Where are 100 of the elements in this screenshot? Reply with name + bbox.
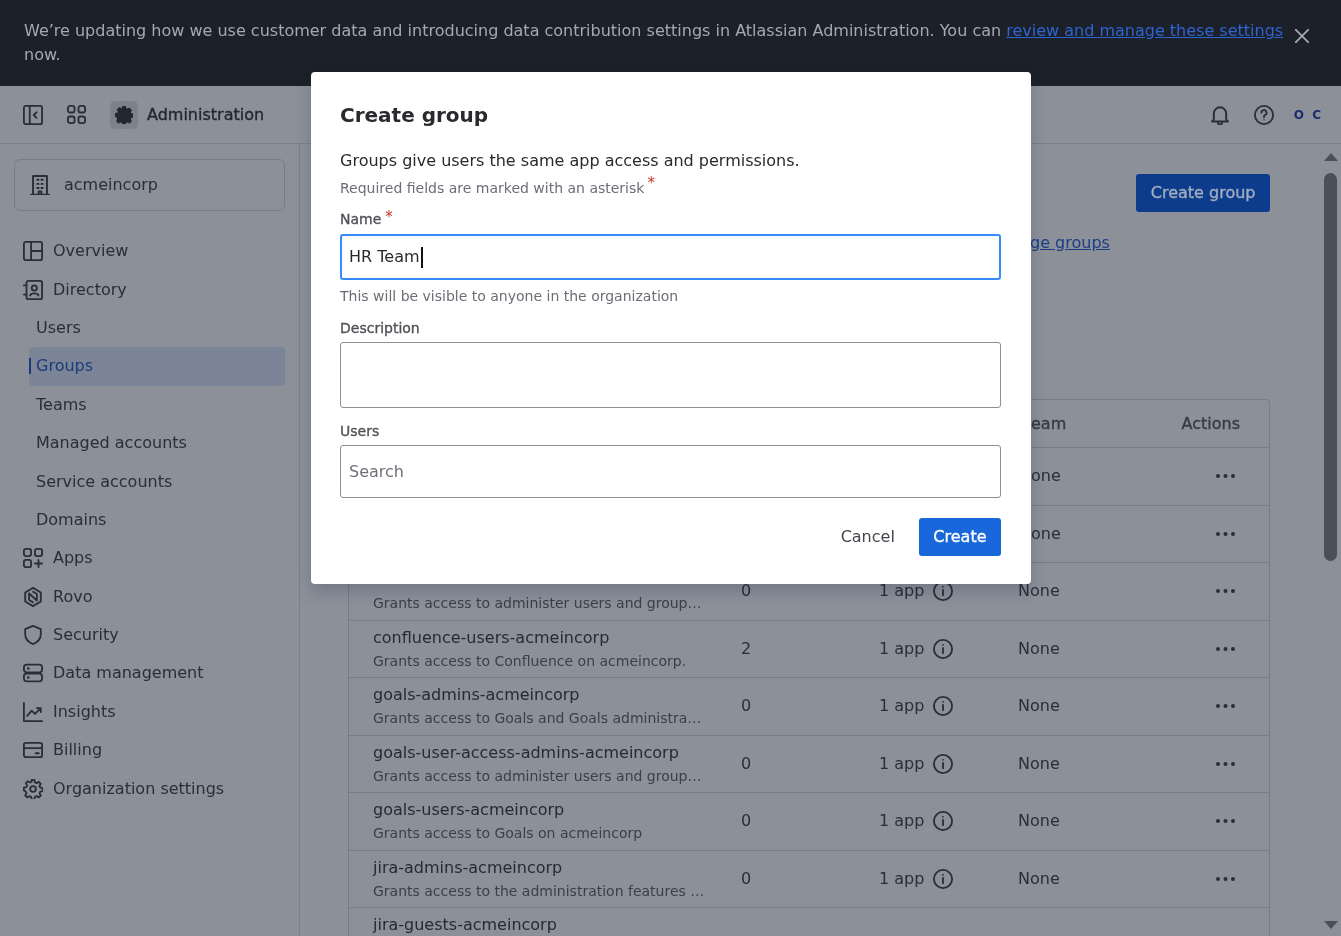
sidebar-subitem[interactable]: Groups xyxy=(29,347,285,386)
sidebar-subitem[interactable]: Teams xyxy=(29,385,285,424)
more-icon xyxy=(1215,646,1235,651)
field-label: Users xyxy=(340,423,380,439)
more-icon xyxy=(1215,704,1235,709)
scroll-up-icon xyxy=(1323,153,1338,161)
contact-card-icon xyxy=(23,279,43,300)
cancel-button[interactable]: Cancel xyxy=(828,518,907,556)
sidebar-subitem[interactable]: Service accounts xyxy=(29,462,285,501)
hexagon-icon xyxy=(23,586,43,607)
group-name[interactable]: goals-users-acmeincorp xyxy=(373,799,565,822)
app-access: 1 app xyxy=(879,637,925,660)
sidebar-item[interactable]: Data management xyxy=(14,654,285,693)
app-access: 1 app xyxy=(879,867,925,890)
gear-icon xyxy=(23,778,43,799)
info-icon xyxy=(933,811,954,832)
gear-icon xyxy=(110,100,138,129)
member-count: 0 xyxy=(741,580,752,603)
submit-button[interactable]: Create xyxy=(918,518,1001,556)
sidebar-subitem[interactable]: Users xyxy=(29,308,285,348)
group-name[interactable]: goals-user-access-admins-acmeincorp xyxy=(373,741,679,764)
layout-icon xyxy=(23,241,43,262)
group-name[interactable]: goals-admins-acmeincorp xyxy=(373,684,580,707)
scroll-down-icon xyxy=(1323,921,1338,929)
more-icon xyxy=(1215,474,1235,479)
field-hint: This will be visible to anyone in the organization xyxy=(340,287,680,305)
more-icon xyxy=(1215,531,1235,536)
bell-icon xyxy=(1210,104,1229,125)
server-icon xyxy=(23,663,43,684)
group-description: Grants access to Goals and Goals administra… xyxy=(373,709,702,729)
column-header: Actions xyxy=(1181,412,1240,435)
required-fields-note: Required fields are marked with an asterisk xyxy=(340,180,645,196)
member-count: 0 xyxy=(741,867,752,890)
info-icon xyxy=(933,638,954,659)
create-group-button[interactable]: Create group xyxy=(1136,174,1270,212)
sidebar-item[interactable]: Billing xyxy=(14,731,285,770)
group-description: Grants access to administer users and group… xyxy=(373,766,702,786)
text-cursor-icon xyxy=(420,246,423,268)
credit-card-icon xyxy=(23,740,43,761)
scrollbar-thumb[interactable] xyxy=(1324,173,1337,561)
team-value: None xyxy=(1018,581,1060,601)
app-access: 1 app xyxy=(879,810,925,833)
group-description: Grants access to the administration features … xyxy=(373,881,705,901)
sidebar-item[interactable]: Directory xyxy=(14,270,285,309)
building-icon xyxy=(30,175,50,195)
team-value: None xyxy=(1018,696,1060,716)
info-icon xyxy=(933,696,954,717)
search-input[interactable]: Search xyxy=(340,445,1001,498)
group-name[interactable]: jira-guests-acmeincorp xyxy=(373,914,557,936)
member-count: 0 xyxy=(741,752,752,775)
team-value: one xyxy=(1031,523,1061,543)
sidebar-item[interactable]: Apps xyxy=(14,539,285,578)
organization-switcher[interactable]: acmeincorp xyxy=(14,159,285,211)
organization-logo[interactable]: O C xyxy=(1293,107,1323,122)
member-count: 0 xyxy=(741,810,752,833)
line-chart-icon xyxy=(23,701,43,722)
group-description: Grants access to administer users and group… xyxy=(373,594,702,614)
apps-icon xyxy=(23,548,43,569)
sidebar-subitem[interactable]: Domains xyxy=(29,500,285,540)
group-description: Grants access to Goals on acmeincorp xyxy=(373,824,643,844)
dialog-description: Groups give users the same app access and permissions. xyxy=(340,150,801,172)
member-count: 0 xyxy=(741,695,752,718)
text-input[interactable]: HR Team xyxy=(340,234,1001,280)
app-grid-icon xyxy=(66,105,86,124)
app-access: 1 app xyxy=(879,752,925,775)
info-icon xyxy=(933,581,954,602)
more-icon xyxy=(1215,819,1235,824)
sidebar-item[interactable]: Rovo xyxy=(14,577,285,616)
dialog-title: Create group xyxy=(340,102,490,129)
sidebar-subitem[interactable]: Managed accounts xyxy=(29,423,285,463)
info-icon xyxy=(933,868,954,889)
group-name[interactable]: jira-admins-acmeincorp xyxy=(373,856,563,879)
textarea-input[interactable] xyxy=(340,342,1001,408)
group-name[interactable]: confluence-users-acmeincorp xyxy=(373,626,610,649)
sidebar-item[interactable]: Overview xyxy=(14,232,285,271)
required-asterisk: * xyxy=(647,174,655,192)
app-title: Administration xyxy=(147,103,265,126)
team-value: None xyxy=(1018,868,1060,888)
sidebar-panel-icon xyxy=(23,104,43,125)
required-asterisk: * xyxy=(385,208,393,226)
close-icon xyxy=(1295,29,1309,43)
help-icon xyxy=(1253,104,1274,125)
field-label: Description xyxy=(340,320,420,336)
team-value: None xyxy=(1018,638,1060,658)
settings-link[interactable]: review and manage these settings xyxy=(1006,21,1284,40)
team-value: one xyxy=(1031,466,1061,486)
sidebar-item[interactable]: Organization settings xyxy=(14,769,285,808)
team-value: None xyxy=(1018,811,1060,831)
member-count: 2 xyxy=(741,637,752,660)
column-header: eam xyxy=(1031,413,1067,433)
more-icon xyxy=(1215,876,1235,881)
sidebar-item[interactable]: Security xyxy=(14,615,285,655)
manage-groups-link[interactable]: ge groups xyxy=(1030,233,1110,252)
more-icon xyxy=(1215,761,1235,766)
field-label: Name xyxy=(340,211,382,227)
shield-icon xyxy=(23,625,43,646)
app-access: 1 app xyxy=(879,580,925,603)
group-description: Grants access to Confluence on acmeincorp. xyxy=(373,651,687,671)
sidebar-item[interactable]: Insights xyxy=(14,692,285,732)
more-icon xyxy=(1215,589,1235,594)
